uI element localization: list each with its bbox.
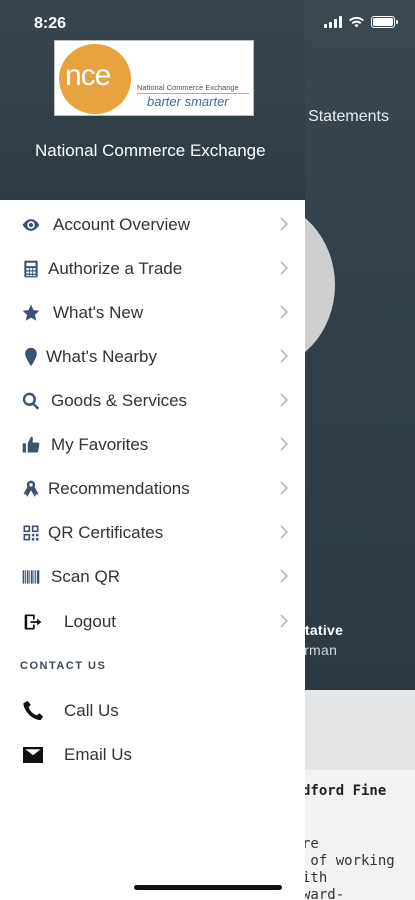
background-card-text: re of working ith ward- (302, 836, 395, 900)
chevron-right-icon (279, 304, 289, 320)
qr-code-icon (20, 522, 42, 544)
ribbon-icon (20, 478, 42, 500)
contact-item-email-us[interactable]: Email Us (0, 732, 305, 776)
battery-icon (371, 16, 398, 28)
status-icons (324, 16, 398, 28)
menu-label: Authorize a Trade (48, 259, 183, 278)
contact-label: Call Us (64, 701, 119, 720)
menu-item-qr-certificates[interactable]: QR Certificates (0, 510, 305, 554)
chevron-right-icon (279, 524, 289, 540)
contact-label: Email Us (64, 745, 133, 764)
menu-label: Recommendations (48, 479, 190, 498)
thumbs-up-icon (20, 434, 42, 456)
phone-icon (20, 699, 46, 723)
logo-mark: nce (65, 59, 111, 92)
chevron-right-icon (279, 568, 289, 584)
menu-item-recommendations[interactable]: Recommendations (0, 466, 305, 510)
chevron-right-icon (279, 348, 289, 364)
menu-label: Goods & Services (51, 391, 188, 410)
menu-item-logout[interactable]: Logout (0, 599, 305, 643)
status-bar: 8:26 (0, 0, 415, 48)
logo-tagline: barter smarter (147, 94, 229, 109)
background-card-title: dford Fine (302, 783, 387, 799)
eye-icon (20, 214, 42, 236)
navigation-drawer: nce National Commerce Exchange barter sm… (0, 0, 305, 900)
barcode-icon (20, 566, 42, 588)
chevron-right-icon (279, 260, 289, 276)
menu-label: QR Certificates (48, 523, 164, 542)
menu-item-whats-new[interactable]: What's New (0, 290, 305, 334)
wifi-icon (349, 16, 364, 28)
menu-item-authorize-trade[interactable]: Authorize a Trade (0, 246, 305, 290)
chevron-right-icon (279, 436, 289, 452)
chevron-right-icon (279, 480, 289, 496)
menu-label: Scan QR (51, 567, 120, 586)
home-indicator (134, 885, 282, 890)
chevron-right-icon (279, 613, 289, 629)
drawer-menu: Account Overview Authorize a Trade What'… (0, 200, 305, 900)
status-time: 8:26 (34, 15, 67, 32)
search-icon (20, 390, 42, 412)
menu-item-whats-nearby[interactable]: What's Nearby (0, 334, 305, 378)
menu-label: What's Nearby (46, 347, 157, 366)
menu-label: What's New (53, 303, 144, 322)
contact-item-call-us[interactable]: Call Us (0, 688, 305, 732)
drawer-title: National Commerce Exchange (35, 141, 266, 160)
menu-item-goods-services[interactable]: Goods & Services (0, 378, 305, 422)
logout-icon (22, 611, 44, 633)
menu-item-scan-qr[interactable]: Scan QR (0, 554, 305, 598)
contact-section-label: CONTACT US (20, 660, 107, 672)
map-pin-icon (20, 346, 42, 368)
nce-logo: nce National Commerce Exchange barter sm… (54, 40, 254, 116)
menu-item-account-overview[interactable]: Account Overview (0, 202, 305, 246)
menu-label: Logout (64, 612, 116, 631)
envelope-icon (20, 743, 46, 767)
menu-label: Account Overview (53, 215, 190, 234)
star-icon (20, 302, 42, 324)
chevron-right-icon (279, 216, 289, 232)
chevron-right-icon (279, 392, 289, 408)
menu-label: My Favorites (51, 435, 149, 454)
logo-company-name: National Commerce Exchange (137, 83, 239, 92)
calculator-icon (20, 258, 42, 280)
cellular-signal-icon (324, 16, 342, 28)
menu-item-my-favorites[interactable]: My Favorites (0, 422, 305, 466)
statements-tab[interactable]: Statements (308, 108, 389, 126)
